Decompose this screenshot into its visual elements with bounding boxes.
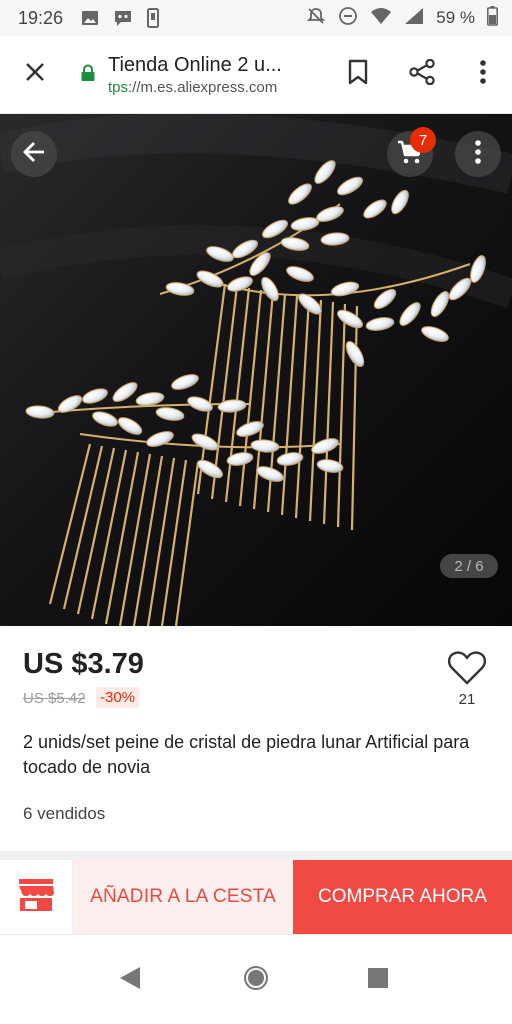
nav-home-button[interactable] <box>232 957 280 1003</box>
nav-home-icon <box>242 964 270 997</box>
cart-count-badge: 7 <box>410 127 436 153</box>
close-icon <box>24 61 46 88</box>
buy-now-button[interactable]: COMPRAR AHORA <box>293 860 512 934</box>
more-options-button[interactable] <box>455 131 501 177</box>
image-pager: 2 / 6 <box>440 554 498 578</box>
wifi-icon <box>370 7 392 30</box>
product-info: US $3.79 US $5.42 -30% 21 2 unids/set pe… <box>0 626 512 851</box>
nav-recents-button[interactable] <box>354 957 402 1003</box>
section-divider <box>0 851 512 860</box>
back-button[interactable] <box>11 131 57 177</box>
url-bar[interactable]: Tienda Online 2 u... tps: //m.es.aliexpr… <box>70 54 326 96</box>
url-scheme: tps: <box>108 78 133 96</box>
product-photo <box>0 114 512 626</box>
url-host: //m.es.aliexpress.com <box>132 78 278 96</box>
lock-icon <box>80 64 96 87</box>
phone-icon <box>147 8 160 28</box>
store-icon <box>16 877 56 918</box>
share-button[interactable] <box>390 36 454 114</box>
more-vert-icon <box>474 139 482 170</box>
sold-count: 6 vendidos <box>23 804 106 823</box>
browser-toolbar: Tienda Online 2 u... tps: //m.es.aliexpr… <box>0 36 512 114</box>
battery-percentage: 59 % <box>436 8 475 27</box>
status-bar: 19:26 59 % <box>0 0 512 36</box>
mute-icon <box>306 6 326 31</box>
store-button[interactable] <box>0 860 73 934</box>
product-title: 2 unids/set peine de cristal de piedra l… <box>23 732 470 777</box>
assistant-icon <box>113 9 133 27</box>
wishlist-button[interactable] <box>445 648 489 692</box>
page-title: Tienda Online 2 u... <box>108 53 282 76</box>
original-price: US $5.42 <box>23 690 86 707</box>
browser-menu-button[interactable] <box>454 36 512 114</box>
bookmark-button[interactable] <box>326 36 390 114</box>
close-tab-button[interactable] <box>0 36 70 114</box>
discount-badge: -30% <box>96 687 140 708</box>
product-price: US $3.79 <box>23 648 144 680</box>
nav-back-button[interactable] <box>106 957 154 1003</box>
signal-icon <box>404 7 424 30</box>
product-image-gallery[interactable]: 7 2 / 6 <box>0 114 512 626</box>
system-navigation-bar <box>0 934 512 1024</box>
nav-back-icon <box>118 965 142 996</box>
heart-icon <box>447 650 487 691</box>
wishlist-count: 21 <box>458 691 476 708</box>
nav-recents-icon <box>367 967 389 994</box>
bookmark-icon <box>347 59 369 90</box>
add-to-cart-button[interactable]: AÑADIR A LA CESTA <box>73 860 293 934</box>
status-time: 19:26 <box>18 7 64 28</box>
share-icon <box>408 58 436 90</box>
purchase-action-bar: AÑADIR A LA CESTA COMPRAR AHORA <box>0 860 512 934</box>
dnd-icon <box>338 6 358 31</box>
back-arrow-icon <box>22 141 46 168</box>
picture-icon <box>81 9 99 27</box>
battery-icon <box>487 5 498 31</box>
more-vert-icon <box>479 59 487 90</box>
